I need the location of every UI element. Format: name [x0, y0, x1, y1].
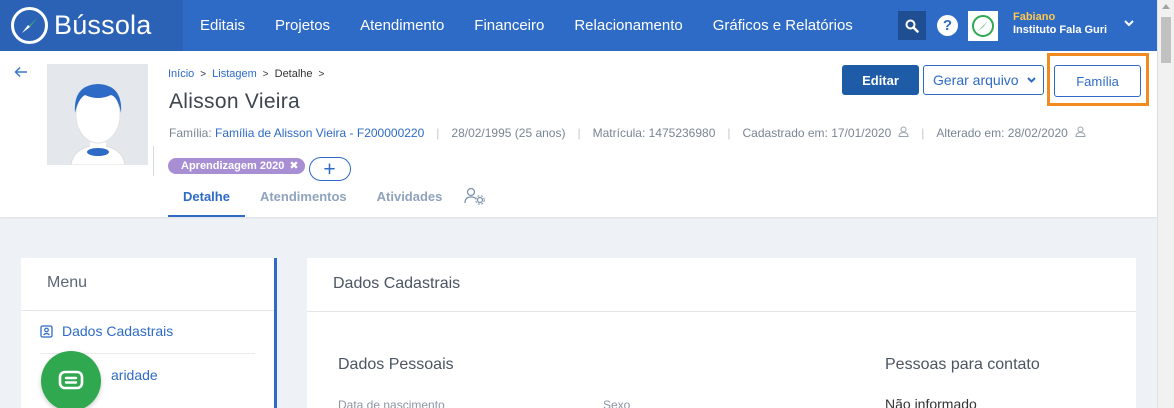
registration-number: Matrícula: 1475236980 [592, 126, 716, 140]
avatar [47, 64, 148, 165]
chat-icon [58, 370, 84, 390]
nav-editais[interactable]: Editais [200, 17, 245, 34]
meta-separator: | [436, 126, 440, 140]
breadcrumb-listagem[interactable]: Listagem [212, 68, 257, 80]
tab-atividades[interactable]: Atividades [362, 179, 458, 217]
org-logo-icon[interactable] [968, 11, 998, 41]
divider [153, 146, 154, 176]
user-menu[interactable]: Fabiano Instituto Fala Guri [1013, 11, 1107, 36]
sex-label: Sexo [603, 398, 631, 408]
top-navbar: Bússola Editais Projetos Atendimento Fin… [0, 0, 1157, 51]
meta-separator: | [921, 126, 925, 140]
user-settings-icon[interactable] [457, 179, 486, 217]
breadcrumb-separator: > [200, 68, 207, 80]
breadcrumb-detalhe: Detalhe [274, 68, 313, 80]
menu-item-label: Dados Cadastrais [62, 323, 174, 339]
nav-relacionamento[interactable]: Relacionamento [574, 17, 682, 34]
user-icon [898, 126, 909, 140]
created-date: Cadastrado em: 17/01/2020 [742, 126, 892, 140]
profile-header: Início > Listagem > Detalhe > Alisson Vi… [0, 51, 1157, 217]
user-icon [1075, 126, 1086, 140]
registration-card: Dados Cadastrais Dados Pessoais Pessoas … [307, 258, 1136, 408]
contacts-value: Não informado [885, 396, 977, 408]
nav-projetos[interactable]: Projetos [275, 17, 330, 34]
family-link[interactable]: Família de Alisson Vieira - F200000220 [215, 126, 424, 140]
person-meta: Família: Família de Alisson Vieira - F20… [169, 126, 1086, 140]
page-title: Alisson Vieira [169, 90, 301, 113]
search-icon[interactable] [898, 11, 926, 40]
breadcrumb: Início > Listagem > Detalhe > [168, 68, 330, 80]
tab-bar: Detalhe Atendimentos Atividades [168, 179, 486, 217]
family-label: Família: [169, 126, 212, 140]
menu-item-dados-cadastrais[interactable]: Dados Cadastrais [40, 323, 173, 339]
help-icon[interactable]: ? [937, 15, 958, 36]
meta-separator: | [577, 126, 581, 140]
breadcrumb-separator: > [262, 68, 269, 80]
nav-atendimento[interactable]: Atendimento [360, 17, 444, 34]
tab-atendimentos[interactable]: Atendimentos [245, 179, 362, 217]
divider [21, 310, 274, 311]
tag-list: Aprendizagem 2020 ✖ + [168, 150, 351, 181]
section-personal-data: Dados Pessoais [338, 356, 454, 373]
scroll-up-arrow-icon[interactable] [1162, 4, 1170, 9]
user-name: Fabiano [1013, 11, 1056, 23]
chevron-down-icon[interactable] [1124, 16, 1134, 30]
nav-financeiro[interactable]: Financeiro [474, 17, 544, 34]
tag-aprendizagem-2020: Aprendizagem 2020 ✖ [168, 157, 305, 174]
compass-icon [11, 7, 48, 44]
main-nav: Editais Projetos Atendimento Financeiro … [200, 0, 883, 51]
scroll-thumb[interactable] [1161, 17, 1171, 63]
chevron-down-icon [1026, 75, 1036, 86]
back-arrow-icon[interactable] [14, 65, 28, 83]
birth-date: 28/02/1995 (25 anos) [451, 126, 566, 140]
family-button[interactable]: Família [1054, 65, 1141, 97]
divider [307, 311, 1136, 312]
menu-title: Menu [47, 274, 88, 291]
brand-name: Bússola [54, 10, 152, 40]
generate-file-button[interactable]: Gerar arquivo [923, 65, 1044, 95]
section-contacts: Pessoas para contato [885, 356, 1040, 373]
chat-button[interactable] [41, 351, 101, 408]
updated-date: Alterado em: 28/02/2020 [936, 126, 1068, 140]
breadcrumb-separator: > [318, 68, 325, 80]
birth-date-label: Data de nascimento [338, 398, 445, 408]
menu-item-label: aridade [111, 367, 158, 383]
brand[interactable]: Bússola [0, 0, 183, 51]
generate-file-label: Gerar arquivo [933, 72, 1019, 88]
card-title: Dados Cadastrais [333, 275, 461, 292]
tab-detalhe[interactable]: Detalhe [168, 179, 245, 217]
add-tag-button[interactable]: + [308, 157, 351, 181]
scrollbar[interactable] [1157, 0, 1174, 408]
id-card-icon [40, 324, 53, 338]
edit-button[interactable]: Editar [842, 65, 919, 95]
breadcrumb-inicio[interactable]: Início [168, 68, 194, 80]
nav-graficos-relatorios[interactable]: Gráficos e Relatórios [713, 17, 853, 34]
meta-separator: | [727, 126, 731, 140]
user-org: Instituto Fala Guri [1013, 23, 1108, 36]
tag-label: Aprendizagem 2020 [181, 159, 285, 172]
menu-item-escolaridade[interactable]: aridade [111, 367, 158, 383]
close-icon[interactable]: ✖ [289, 159, 298, 172]
